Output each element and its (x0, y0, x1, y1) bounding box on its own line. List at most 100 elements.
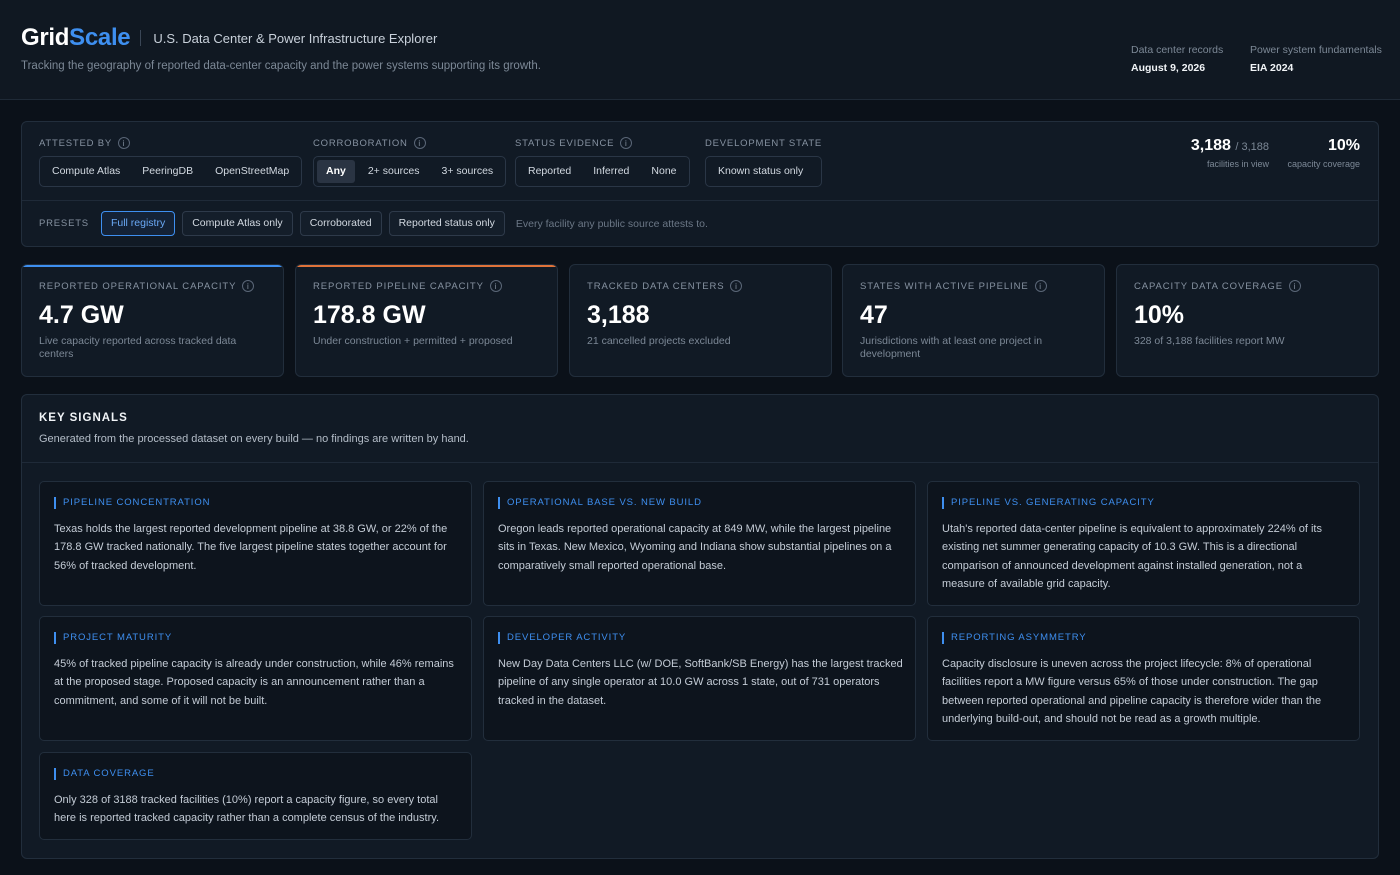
facilities-label: facilities in view (1206, 159, 1269, 169)
signal-heading: PROJECT MATURITY (54, 632, 172, 644)
kpi-label: TRACKED DATA CENTERS (587, 280, 725, 292)
brand: GridScale U.S. Data Center & Power Infra… (21, 24, 437, 52)
preset-corroborated-button[interactable]: Corroborated (299, 211, 382, 236)
info-icon[interactable]: i (242, 280, 255, 292)
meta-key: Data center records (1131, 44, 1224, 56)
kpi-subtext: Live capacity reported across tracked da… (39, 335, 237, 360)
signal-heading: OPERATIONAL BASE VS. NEW BUILD (498, 497, 702, 509)
presets-row: PRESETS Full registry Compute Atlas only… (39, 211, 708, 236)
kpi-subtext: Under construction + permitted + propose… (313, 335, 513, 347)
info-icon[interactable]: i (620, 137, 633, 149)
info-icon[interactable]: i (118, 137, 131, 149)
attested-by-segmented: Compute Atlas PeeringDB OpenStreetMap (39, 156, 303, 187)
filter-label: CORROBORATION (313, 137, 408, 149)
attested-openstreetmap-option[interactable]: OpenStreetMap (206, 160, 298, 183)
filter-attested-by: ATTESTED BY i Compute Atlas PeeringDB Ope… (39, 136, 303, 187)
corroboration-segmented: Any 2+ sources 3+ sources (313, 156, 507, 187)
signal-heading: DEVELOPER ACTIVITY (498, 632, 626, 644)
attested-peeringdb-option[interactable]: PeeringDB (133, 160, 202, 183)
key-signals-panel: KEY SIGNALS Generated from the processed… (21, 394, 1379, 859)
kpi-subtext: Jurisdictions with at least one project … (860, 335, 1043, 360)
attested-compute-atlas-option[interactable]: Compute Atlas (43, 160, 129, 183)
kpi-operational-capacity: REPORTED OPERATIONAL CAPACITY i 4.7 GW Li… (21, 264, 284, 377)
filter-label: STATUS EVIDENCE (515, 137, 615, 149)
signal-card: REPORTING ASYMMETRY Capacity disclosure … (927, 616, 1360, 741)
preset-compute-atlas-only-button[interactable]: Compute Atlas only (182, 211, 293, 236)
status-none-option[interactable]: None (642, 160, 685, 183)
info-icon[interactable]: i (730, 280, 743, 292)
signal-heading: PIPELINE VS. GENERATING CAPACITY (942, 497, 1155, 509)
logo[interactable]: GridScale (21, 24, 131, 52)
kpi-states-active-pipeline: STATES WITH ACTIVE PIPELINE i 47 Jurisdic… (842, 264, 1105, 377)
capacity-coverage-label: capacity coverage (1287, 159, 1360, 169)
filter-label: DEVELOPMENT STATE (705, 137, 823, 149)
kpi-label: CAPACITY DATA COVERAGE (1134, 280, 1283, 292)
filter-divider (22, 200, 1378, 201)
status-evidence-segmented: Reported Inferred None (515, 156, 690, 187)
facilities-in-view: 3,188 / 3,188 facilities in view (1191, 137, 1269, 169)
filter-corroboration: CORROBORATION i Any 2+ sources 3+ sources (313, 136, 507, 187)
key-signals-divider (22, 462, 1378, 463)
tagline: Tracking the geography of reported data-… (21, 60, 541, 72)
meta-value: EIA 2024 (1250, 62, 1294, 74)
brand-divider (140, 30, 142, 46)
filter-panel: ATTESTED BY i Compute Atlas PeeringDB Ope… (21, 121, 1379, 247)
info-icon[interactable]: i (1288, 280, 1301, 292)
kpi-value: 178.8 GW (313, 301, 426, 329)
kpi-value: 3,188 (587, 301, 650, 329)
meta-data-center-records: Data center records August 9, 2026 (1131, 44, 1223, 74)
kpi-subtext: 328 of 3,188 facilities report MW (1134, 335, 1285, 347)
signal-card: PROJECT MATURITY 45% of tracked pipeline… (39, 616, 472, 741)
status-inferred-option[interactable]: Inferred (584, 160, 638, 183)
kpi-label: REPORTED OPERATIONAL CAPACITY (39, 280, 237, 292)
preset-description: Every facility any public source attests… (515, 217, 708, 230)
preset-reported-status-only-button[interactable]: Reported status only (388, 211, 505, 236)
filter-development-state: DEVELOPMENT STATE Known status only (705, 136, 823, 187)
app-title: U.S. Data Center & Power Infrastructure … (153, 30, 438, 46)
meta-key: Power system fundamentals (1250, 44, 1382, 56)
signal-body: Utah's reported data-center pipeline is … (942, 523, 1322, 590)
signal-body: Texas holds the largest reported develop… (54, 523, 448, 572)
signal-body: 45% of tracked pipeline capacity is alre… (54, 658, 454, 707)
signal-heading: REPORTING ASYMMETRY (942, 632, 1087, 644)
app-header: GridScale U.S. Data Center & Power Infra… (0, 0, 1400, 100)
signal-card: DEVELOPER ACTIVITY New Day Data Centers … (483, 616, 916, 741)
preset-full-registry-button[interactable]: Full registry (100, 211, 176, 236)
status-reported-option[interactable]: Reported (519, 160, 580, 183)
info-icon[interactable]: i (1034, 280, 1047, 292)
signal-heading: DATA COVERAGE (54, 768, 155, 780)
capacity-coverage-value: 10% (1327, 137, 1360, 154)
kpi-accent-bar (22, 265, 283, 267)
kpi-label: STATES WITH ACTIVE PIPELINE (860, 280, 1029, 292)
kpi-accent-bar (296, 265, 557, 267)
kpi-value: 4.7 GW (39, 301, 124, 329)
corroboration-any-option[interactable]: Any (317, 160, 355, 183)
corroboration-3-sources-option[interactable]: 3+ sources (433, 160, 503, 183)
corroboration-2-sources-option[interactable]: 2+ sources (359, 160, 429, 183)
meta-value: August 9, 2026 (1131, 62, 1206, 74)
kpi-value: 47 (860, 301, 888, 329)
capacity-coverage: 10% capacity coverage (1287, 137, 1360, 169)
info-icon[interactable]: i (489, 280, 502, 292)
filter-label: ATTESTED BY (39, 137, 113, 149)
kpi-subtext: 21 cancelled projects excluded (587, 335, 731, 347)
signal-body: Capacity disclosure is uneven across the… (942, 658, 1322, 725)
logo-main: Grid (21, 24, 70, 51)
logo-accent: Scale (69, 24, 131, 51)
signal-body: Oregon leads reported operational capaci… (498, 523, 892, 572)
signal-card: DATA COVERAGE Only 328 of 3188 tracked f… (39, 752, 472, 840)
development-state-segmented: Known status only (705, 156, 823, 187)
kpi-label: REPORTED PIPELINE CAPACITY (313, 280, 484, 292)
signal-card: PIPELINE CONCENTRATION Texas holds the l… (39, 481, 472, 606)
signal-card: OPERATIONAL BASE VS. NEW BUILD Oregon le… (483, 481, 916, 606)
kpi-pipeline-capacity: REPORTED PIPELINE CAPACITY i 178.8 GW Und… (295, 264, 558, 377)
signal-heading: PIPELINE CONCENTRATION (54, 497, 210, 509)
signal-body: New Day Data Centers LLC (w/ DOE, SoftBa… (498, 658, 903, 707)
info-icon[interactable]: i (413, 137, 426, 149)
known-status-only-toggle[interactable]: Known status only (709, 160, 812, 183)
kpi-capacity-data-coverage: CAPACITY DATA COVERAGE i 10% 328 of 3,188… (1116, 264, 1379, 377)
facilities-count: 3,188 (1190, 137, 1231, 154)
presets-label: PRESETS (39, 218, 89, 229)
kpi-value: 10% (1134, 301, 1185, 329)
key-signals-subtitle: Generated from the processed dataset on … (39, 433, 469, 445)
